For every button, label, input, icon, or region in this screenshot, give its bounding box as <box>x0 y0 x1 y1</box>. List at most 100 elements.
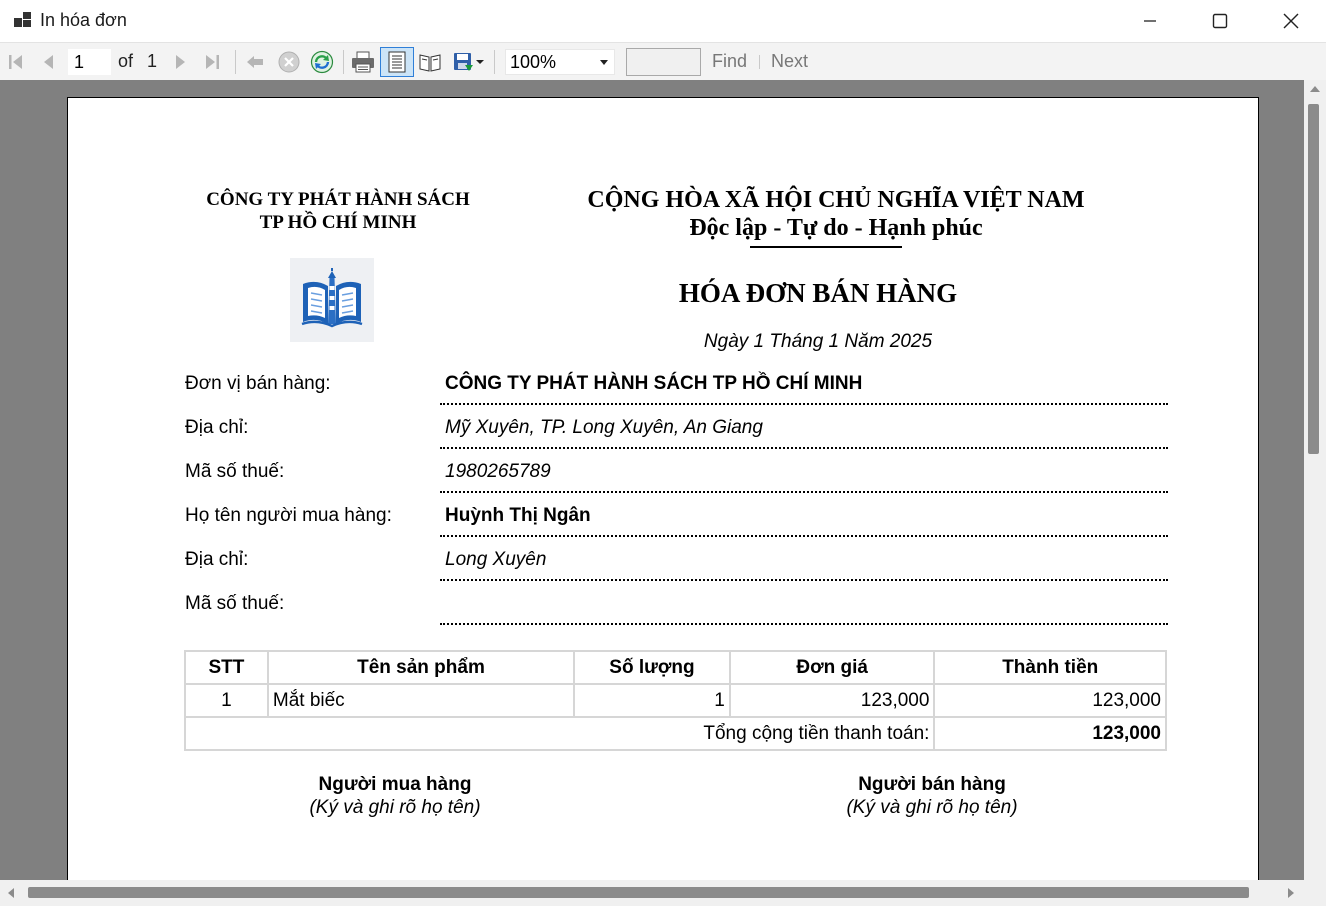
national-header: CỘNG HÒA XÃ HỘI CHỦ NGHĨA VIỆT NAM Độc l… <box>538 186 1134 242</box>
scroll-right-icon[interactable] <box>1288 888 1294 898</box>
toolbar-separator <box>494 50 495 74</box>
page-setup-button[interactable] <box>417 43 443 81</box>
stop-icon <box>278 51 300 73</box>
total-pages: 1 <box>147 51 158 71</box>
cell-stt: 1 <box>184 683 269 718</box>
print-layout-button[interactable] <box>380 47 414 77</box>
next-page-icon <box>176 55 185 69</box>
minimize-button[interactable] <box>1115 0 1185 42</box>
next-button[interactable]: Next <box>771 51 808 72</box>
find-input[interactable] <box>626 48 701 76</box>
scroll-up-icon[interactable] <box>1310 86 1320 92</box>
toolbar-separator <box>343 50 344 74</box>
invoice-items-table: STT Tên sản phẩm Số lượng Đơn giá Thành … <box>183 650 1167 751</box>
company-logo <box>290 258 374 342</box>
previous-page-button[interactable] <box>36 43 60 81</box>
window-title: In hóa đơn <box>40 10 127 30</box>
find-button[interactable]: Find <box>712 51 747 72</box>
seller-signature-title: Người bán hàng <box>858 774 1006 795</box>
app-icon <box>14 12 31 27</box>
chevron-down-icon <box>600 60 608 65</box>
dotted-line <box>440 579 1168 581</box>
column-header-unit-price: Đơn giá <box>728 650 936 685</box>
next-page-button[interactable] <box>168 43 192 81</box>
refresh-button[interactable] <box>309 43 335 81</box>
national-motto: Độc lập - Tự do - Hạnh phúc <box>689 215 983 241</box>
toolbar-separator <box>235 50 236 74</box>
column-header-stt: STT <box>184 650 269 685</box>
invoice-title: HÓA ĐƠN BÁN HÀNG <box>678 278 958 308</box>
back-arrow-icon <box>247 56 263 68</box>
buyer-name-value: Huỳnh Thị Ngân <box>445 505 591 526</box>
maximize-button[interactable] <box>1185 0 1255 42</box>
buyer-address-label: Địa chỉ: <box>185 549 249 570</box>
page-number-input[interactable]: 1 <box>68 49 111 75</box>
cell-product: Mắt biếc <box>266 683 576 718</box>
column-header-product: Tên sản phẩm <box>266 650 576 685</box>
minimize-icon <box>1144 20 1156 22</box>
buyer-name-label: Họ tên người mua hàng: <box>185 505 392 526</box>
print-button[interactable] <box>350 43 376 81</box>
seller-signature: Người bán hàng (Ký và ghi rõ họ tên) <box>782 773 1082 819</box>
dotted-line <box>440 403 1168 405</box>
company-header: CÔNG TY PHÁT HÀNH SÁCH TP HỒ CHÍ MINH <box>178 188 498 234</box>
export-button[interactable] <box>450 43 486 81</box>
back-button[interactable] <box>243 43 267 81</box>
table-header-row: STT Tên sản phẩm Số lượng Đơn giá Thành … <box>184 650 1167 685</box>
buyer-address-value: Long Xuyên <box>445 549 547 570</box>
maximize-icon <box>1212 13 1228 29</box>
refresh-icon <box>310 50 334 74</box>
table-total-row: Tổng cộng tiền thanh toán: 123,000 <box>183 716 1167 751</box>
dotted-line <box>440 447 1168 449</box>
total-label: Tổng cộng tiền thanh toán: <box>183 716 936 751</box>
cell-unit-price: 123,000 <box>728 683 936 718</box>
motto-underline <box>750 246 902 248</box>
zoom-value: 100% <box>510 52 557 72</box>
report-viewer: CÔNG TY PHÁT HÀNH SÁCH TP HỒ CHÍ MINH CỘ… <box>0 80 1304 880</box>
seller-address-label: Địa chỉ: <box>185 417 249 438</box>
scroll-left-icon[interactable] <box>8 888 14 898</box>
seller-address-value: Mỹ Xuyên, TP. Long Xuyên, An Giang <box>445 417 763 438</box>
report-page: CÔNG TY PHÁT HÀNH SÁCH TP HỒ CHÍ MINH CỘ… <box>67 97 1259 880</box>
buyer-signature-title: Người mua hàng <box>318 774 472 795</box>
printer-icon <box>352 51 374 73</box>
seller-tax-value: 1980265789 <box>445 461 551 482</box>
last-page-button[interactable] <box>200 43 224 81</box>
first-page-icon <box>9 55 22 69</box>
print-layout-icon <box>388 51 406 73</box>
table-row: 1 Mắt biếc 1 123,000 123,000 <box>184 683 1167 718</box>
horizontal-scrollbar[interactable] <box>0 880 1326 906</box>
company-name-line1: CÔNG TY PHÁT HÀNH SÁCH <box>206 189 470 210</box>
report-toolbar: 1 of 1 100% Find Next <box>0 42 1326 80</box>
book-lighthouse-logo-icon <box>301 268 363 328</box>
previous-page-icon <box>44 55 53 69</box>
seller-signature-note: (Ký và ghi rõ họ tên) <box>846 797 1018 818</box>
seller-unit-value: CÔNG TY PHÁT HÀNH SÁCH TP HỒ CHÍ MINH <box>445 373 863 394</box>
cell-amount: 123,000 <box>933 683 1167 718</box>
company-name-line2: TP HỒ CHÍ MINH <box>259 212 417 233</box>
total-value: 123,000 <box>933 716 1167 751</box>
buyer-signature-note: (Ký và ghi rõ họ tên) <box>309 797 481 818</box>
column-header-amount: Thành tiền <box>933 650 1167 685</box>
seller-unit-label: Đơn vị bán hàng: <box>185 373 331 394</box>
dotted-line <box>440 491 1168 493</box>
chevron-down-icon <box>476 60 484 64</box>
close-button[interactable] <box>1256 0 1326 42</box>
column-header-quantity: Số lượng <box>573 650 731 685</box>
close-icon <box>1283 13 1299 29</box>
national-title: CỘNG HÒA XÃ HỘI CHỦ NGHĨA VIỆT NAM <box>587 187 1085 213</box>
stop-button[interactable] <box>276 43 302 81</box>
vertical-scrollbar[interactable] <box>1304 80 1326 880</box>
seller-tax-label: Mã số thuế: <box>185 461 285 482</box>
first-page-button[interactable] <box>4 43 28 81</box>
dotted-line <box>440 535 1168 537</box>
horizontal-scroll-thumb[interactable] <box>28 887 1249 898</box>
page-setup-icon <box>419 54 441 72</box>
cell-quantity: 1 <box>573 683 731 718</box>
of-label: of <box>118 51 134 71</box>
save-disk-icon <box>454 53 473 71</box>
vertical-scroll-thumb[interactable] <box>1308 104 1319 454</box>
title-bar: In hóa đơn <box>0 0 1326 42</box>
buyer-tax-label: Mã số thuế: <box>185 593 285 614</box>
zoom-select[interactable]: 100% <box>505 49 615 75</box>
